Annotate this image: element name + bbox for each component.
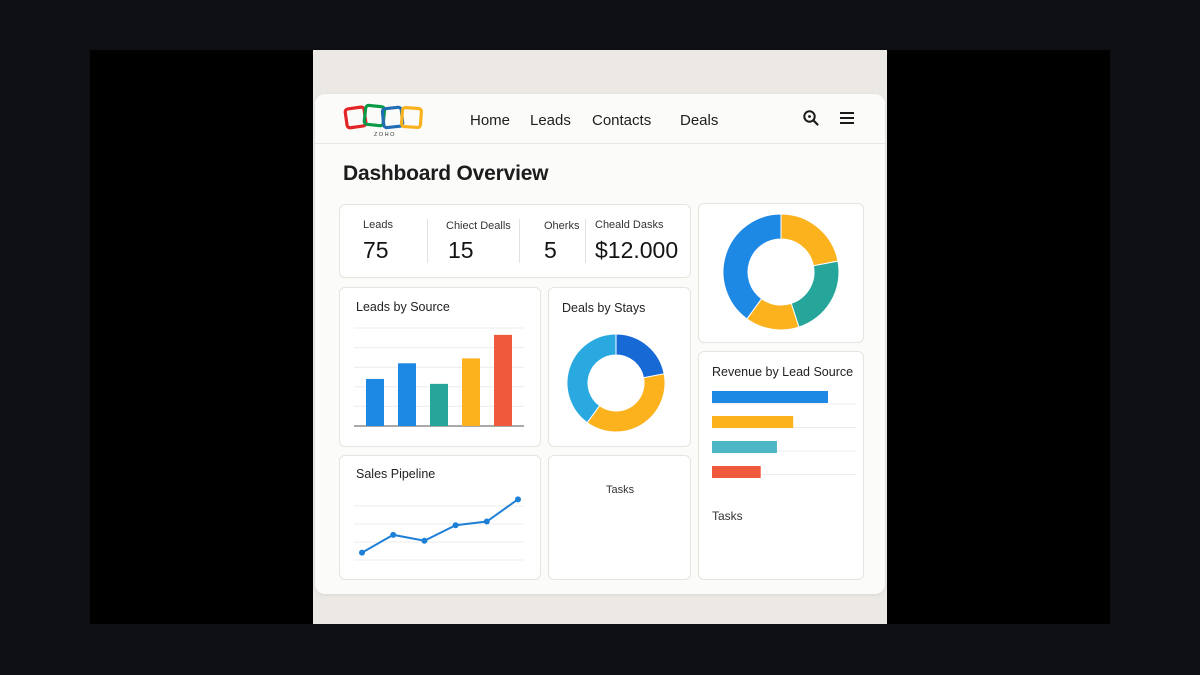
crm-app-window: ZOHO Home Leads Contacts Deals Dashboard… <box>315 94 885 594</box>
kpi-label-deals: Chiect Dealls <box>446 220 511 232</box>
data-point[interactable] <box>452 522 459 529</box>
search-icon[interactable] <box>802 109 820 127</box>
kpi-value-deals: 15 <box>448 237 474 263</box>
kpi-summary-card: Leads 75 Chiect Dealls 15 Oherks 5 Cheal… <box>339 204 691 278</box>
bar[interactable] <box>712 416 794 428</box>
kpi-divider <box>427 219 428 263</box>
kpi-divider <box>519 219 520 263</box>
data-point[interactable] <box>390 531 397 538</box>
data-point[interactable] <box>421 537 428 544</box>
donut-segment[interactable] <box>722 213 782 320</box>
page-title: Dashboard Overview <box>343 162 549 185</box>
tasks-title[interactable]: Tasks <box>606 484 634 496</box>
kpi-label-tasks: Cheald Dasks <box>595 219 664 231</box>
nav-contacts[interactable]: Contacts <box>592 112 651 129</box>
bar[interactable] <box>366 378 384 426</box>
donut-segment[interactable] <box>566 333 617 424</box>
leads-by-source-card: Leads by Source <box>339 287 541 447</box>
nav-home[interactable]: Home <box>470 112 510 129</box>
kpi-label-leads: Leads <box>363 219 393 231</box>
donut-chart <box>722 213 840 331</box>
bar[interactable] <box>712 441 777 453</box>
revenue-by-lead-source-card: Revenue by Lead Source Tasks <box>698 351 864 580</box>
screenshot-frame: ZOHO Home Leads Contacts Deals Dashboard… <box>313 50 887 624</box>
bar[interactable] <box>712 466 761 478</box>
card-title: Leads by Source <box>356 300 450 314</box>
donut-segment[interactable] <box>790 260 840 328</box>
series-line <box>361 498 519 554</box>
nav-leads[interactable]: Leads <box>530 112 571 129</box>
kpi-value-leads: 75 <box>363 237 389 263</box>
kpi-divider <box>585 219 586 263</box>
logo-square-yellow <box>399 105 424 130</box>
card-title: Revenue by Lead Source <box>712 365 854 379</box>
deals-by-stays-card: Deals by Stays <box>548 287 691 447</box>
data-point[interactable] <box>359 549 365 556</box>
donut-chart-card <box>698 203 864 343</box>
data-point[interactable] <box>483 518 490 525</box>
data-point[interactable] <box>515 496 521 503</box>
tasks-card: Tasks <box>548 455 691 580</box>
sales-pipeline-card: Sales Pipeline <box>339 455 541 580</box>
bar[interactable] <box>494 334 512 426</box>
bar[interactable] <box>462 358 480 426</box>
nav-deals[interactable]: Deals <box>680 112 718 129</box>
tasks-label[interactable]: Tasks <box>712 509 743 523</box>
card-title: Deals by Stays <box>562 301 646 315</box>
top-navbar: ZOHO Home Leads Contacts Deals <box>315 94 885 144</box>
donut-segment[interactable] <box>586 373 666 433</box>
kpi-value-revenue: $12.000 <box>595 237 679 263</box>
logo-text: ZOHO <box>374 132 396 138</box>
card-title: Sales Pipeline <box>356 467 436 481</box>
donut-segment[interactable] <box>780 213 839 267</box>
kpi-label-others: Oherks <box>544 220 580 232</box>
bar[interactable] <box>430 383 448 426</box>
zoho-logo[interactable]: ZOHO <box>343 102 427 138</box>
kpi-value-others: 5 <box>544 237 557 263</box>
bar[interactable] <box>712 391 828 403</box>
bar[interactable] <box>398 363 416 426</box>
donut-segment[interactable] <box>615 333 665 379</box>
logo-square-red <box>343 105 368 130</box>
menu-icon[interactable] <box>838 109 856 127</box>
